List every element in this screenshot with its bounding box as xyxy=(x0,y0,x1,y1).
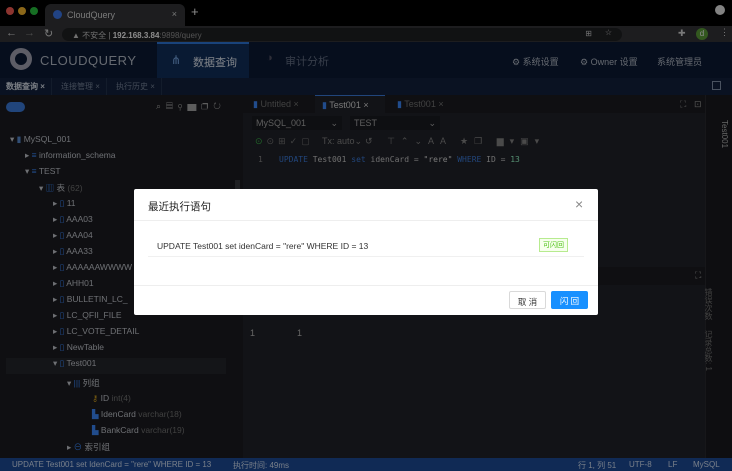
recent-statement-modal: 最近执行语句 × UPDATE Test001 set idenCard = "… xyxy=(134,189,598,315)
statement-row[interactable]: UPDATE Test001 set idenCard = "rere" WHE… xyxy=(148,233,584,257)
modal-title: 最近执行语句 xyxy=(148,201,211,213)
cancel-button[interactable]: 取 消 xyxy=(509,291,546,309)
close-icon[interactable]: × xyxy=(575,196,583,212)
divider xyxy=(134,285,598,286)
statement-text: UPDATE Test001 set idenCard = "rere" WHE… xyxy=(157,241,369,251)
flashback-button[interactable]: 闪 回 xyxy=(551,291,588,309)
rollbackable-tag: 可闪回 xyxy=(539,238,568,252)
divider xyxy=(134,220,598,221)
